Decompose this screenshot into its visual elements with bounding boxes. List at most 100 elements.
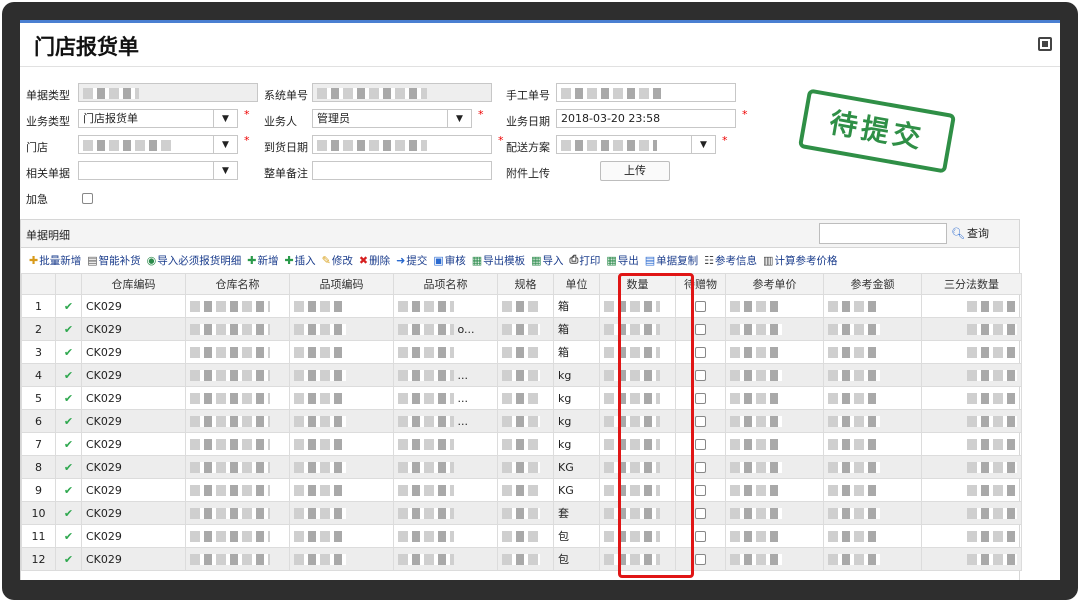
warehouse-name-cell[interactable] <box>185 409 290 433</box>
spec-cell[interactable] <box>497 294 554 318</box>
warehouse-code-cell[interactable]: CK029 <box>81 317 186 341</box>
column-header[interactable]: 仓库名称 <box>185 273 290 295</box>
toolbar-edit-button[interactable]: ✎ 修改 <box>322 253 353 268</box>
spec-cell[interactable] <box>497 524 554 548</box>
spec-cell[interactable] <box>497 478 554 502</box>
gift-checkbox[interactable] <box>695 554 706 565</box>
spec-cell[interactable] <box>497 340 554 364</box>
column-header[interactable]: 仓库编码 <box>81 273 186 295</box>
gift-checkbox[interactable] <box>695 393 706 404</box>
item-name-cell[interactable]: ... <box>393 363 498 387</box>
table-row[interactable]: 11 ✔ CK029 包 <box>21 524 1022 548</box>
gift-checkbox[interactable] <box>695 347 706 358</box>
spec-cell[interactable] <box>497 386 554 410</box>
column-header[interactable]: 参考金额 <box>823 273 922 295</box>
triple-qty-cell[interactable] <box>921 294 1022 318</box>
unit-cell[interactable]: 箱 <box>553 294 600 318</box>
unit-cell[interactable]: 套 <box>553 501 600 525</box>
unit-cell[interactable]: 包 <box>553 524 600 548</box>
warehouse-name-cell[interactable] <box>185 294 290 318</box>
unit-cell[interactable]: kg <box>553 409 600 433</box>
ref-price-cell[interactable] <box>725 432 824 456</box>
gift-cell[interactable] <box>675 340 726 364</box>
triple-qty-cell[interactable] <box>921 317 1022 341</box>
spec-cell[interactable] <box>497 363 554 387</box>
item-name-cell[interactable]: o... <box>393 317 498 341</box>
ref-amount-cell[interactable] <box>823 501 922 525</box>
quantity-cell[interactable] <box>599 409 676 433</box>
table-row[interactable]: 7 ✔ CK029 kg <box>21 432 1022 456</box>
warehouse-code-cell[interactable]: CK029 <box>81 455 186 479</box>
column-header[interactable]: 品项名称 <box>393 273 498 295</box>
warehouse-name-cell[interactable] <box>185 340 290 364</box>
item-name-cell[interactable] <box>393 524 498 548</box>
ref-price-cell[interactable] <box>725 547 824 571</box>
column-header[interactable]: 品项编码 <box>289 273 394 295</box>
unit-cell[interactable]: kg <box>553 432 600 456</box>
toolbar-export-button[interactable]: ▦ 导出 <box>606 253 638 268</box>
ref-price-cell[interactable] <box>725 363 824 387</box>
column-header[interactable]: 单位 <box>553 273 600 295</box>
warehouse-code-cell[interactable]: CK029 <box>81 501 186 525</box>
toolbar-print-button[interactable]: ⎙ 打印 <box>570 253 601 268</box>
ref-price-cell[interactable] <box>725 501 824 525</box>
search-input[interactable] <box>819 223 947 244</box>
gift-checkbox[interactable] <box>695 531 706 542</box>
triple-qty-cell[interactable] <box>921 478 1022 502</box>
related-doc-select[interactable] <box>78 161 214 180</box>
ref-amount-cell[interactable] <box>823 317 922 341</box>
toolbar-batch-add-button[interactable]: ✚ 批量新增 <box>29 253 81 268</box>
column-header[interactable] <box>21 273 56 295</box>
quantity-cell[interactable] <box>599 317 676 341</box>
item-name-cell[interactable] <box>393 455 498 479</box>
item-code-cell[interactable] <box>289 294 394 318</box>
warehouse-code-cell[interactable]: CK029 <box>81 340 186 364</box>
gift-cell[interactable] <box>675 478 726 502</box>
unit-cell[interactable]: 箱 <box>553 340 600 364</box>
table-row[interactable]: 2 ✔ CK029 o... 箱 <box>21 317 1022 341</box>
ref-price-cell[interactable] <box>725 409 824 433</box>
biz-type-select[interactable]: 门店报货单 <box>78 109 214 128</box>
warehouse-name-cell[interactable] <box>185 501 290 525</box>
ref-amount-cell[interactable] <box>823 363 922 387</box>
triple-qty-cell[interactable] <box>921 501 1022 525</box>
table-row[interactable]: 5 ✔ CK029 ... kg <box>21 386 1022 410</box>
item-name-cell[interactable] <box>393 547 498 571</box>
ref-price-cell[interactable] <box>725 386 824 410</box>
toolbar-audit-button[interactable]: ▣ 审核 <box>433 253 465 268</box>
warehouse-code-cell[interactable]: CK029 <box>81 478 186 502</box>
unit-cell[interactable]: 箱 <box>553 317 600 341</box>
triple-qty-cell[interactable] <box>921 363 1022 387</box>
warehouse-code-cell[interactable]: CK029 <box>81 386 186 410</box>
ref-price-cell[interactable] <box>725 340 824 364</box>
spec-cell[interactable] <box>497 409 554 433</box>
gift-checkbox[interactable] <box>695 508 706 519</box>
toolbar-import-required-button[interactable]: ◉ 导入必须报货明细 <box>147 253 242 268</box>
item-name-cell[interactable] <box>393 501 498 525</box>
warehouse-name-cell[interactable] <box>185 432 290 456</box>
gift-cell[interactable] <box>675 294 726 318</box>
chevron-down-icon[interactable]: ▼ <box>214 161 238 180</box>
gift-cell[interactable] <box>675 501 726 525</box>
table-row[interactable]: 3 ✔ CK029 箱 <box>21 340 1022 364</box>
gift-checkbox[interactable] <box>695 301 706 312</box>
item-code-cell[interactable] <box>289 317 394 341</box>
gift-cell[interactable] <box>675 524 726 548</box>
triple-qty-cell[interactable] <box>921 340 1022 364</box>
ref-price-cell[interactable] <box>725 524 824 548</box>
quantity-cell[interactable] <box>599 547 676 571</box>
ref-amount-cell[interactable] <box>823 524 922 548</box>
warehouse-name-cell[interactable] <box>185 363 290 387</box>
gift-checkbox[interactable] <box>695 370 706 381</box>
quantity-cell[interactable] <box>599 478 676 502</box>
quantity-cell[interactable] <box>599 524 676 548</box>
toolbar-copy-button[interactable]: ▤ 单据复制 <box>645 253 698 268</box>
unit-cell[interactable]: kg <box>553 386 600 410</box>
item-name-cell[interactable] <box>393 340 498 364</box>
toolbar-insert-button[interactable]: ✚ 插入 <box>284 253 315 268</box>
ref-amount-cell[interactable] <box>823 386 922 410</box>
gift-cell[interactable] <box>675 432 726 456</box>
remark-input[interactable] <box>312 161 492 180</box>
chevron-down-icon[interactable]: ▼ <box>214 135 238 154</box>
chevron-down-icon[interactable]: ▼ <box>448 109 472 128</box>
